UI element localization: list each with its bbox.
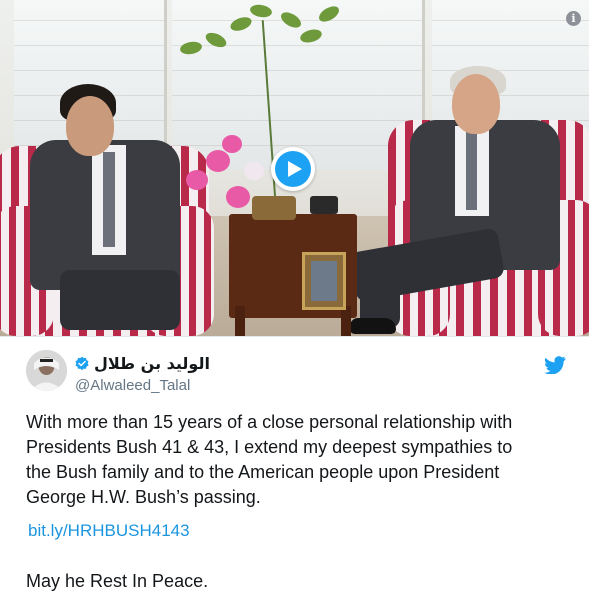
tweet-link[interactable]: bit.ly/HRHBUSH4143 xyxy=(28,521,190,541)
tweet-card: i الوليد بن طلال @Alwaleed_Talal With mo… xyxy=(0,0,589,600)
orchid-flower xyxy=(244,162,264,180)
play-icon xyxy=(287,161,302,177)
orchid-flower xyxy=(206,150,230,172)
plant-pot xyxy=(252,196,296,220)
avatar-image xyxy=(26,350,67,391)
info-icon[interactable]: i xyxy=(566,11,581,26)
media-divider xyxy=(0,336,589,337)
avatar[interactable] xyxy=(26,350,67,391)
play-button[interactable] xyxy=(271,147,315,191)
tweet-text: With more than 15 years of a close perso… xyxy=(26,410,566,510)
twitter-bird-icon[interactable] xyxy=(544,356,566,374)
photo-frame xyxy=(302,252,346,310)
tweet-closing-line: May he Rest In Peace. xyxy=(26,571,209,591)
orchid-flower xyxy=(226,186,250,208)
display-name-text: الوليد بن طلال xyxy=(94,354,210,373)
orchid-flower xyxy=(222,135,242,153)
tweet-text-line: the Bush family and to the American peop… xyxy=(26,462,500,482)
video-thumbnail[interactable]: i xyxy=(0,0,589,336)
tweet-text-line: With more than 15 years of a close perso… xyxy=(26,412,513,432)
tweet-text-line: George H.W. Bush’s passing. xyxy=(26,487,261,507)
tweet-text-line: Presidents Bush 41 & 43, I extend my dee… xyxy=(26,437,513,457)
display-name[interactable]: الوليد بن طلال xyxy=(74,354,210,373)
verified-badge-icon xyxy=(75,356,89,370)
user-handle[interactable]: @Alwaleed_Talal xyxy=(75,377,190,394)
orchid-flower xyxy=(186,170,208,190)
tissue-box xyxy=(310,196,338,214)
